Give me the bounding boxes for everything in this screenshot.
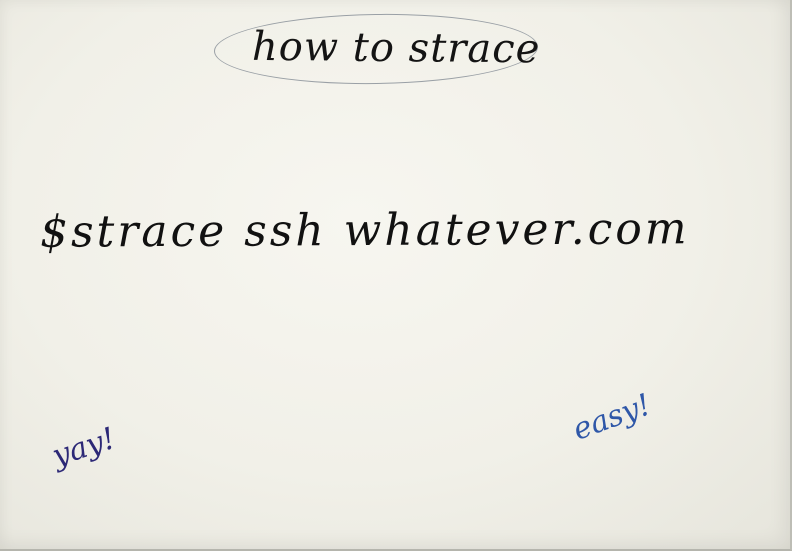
page-title: how to strace	[251, 23, 541, 73]
strace-command: $strace ssh whatever.com	[39, 203, 690, 258]
easy-annotation: easy!	[568, 387, 656, 448]
paper-sheet: how to strace $strace ssh whatever.com y…	[0, 0, 792, 551]
yay-annotation: yay!	[48, 420, 120, 475]
